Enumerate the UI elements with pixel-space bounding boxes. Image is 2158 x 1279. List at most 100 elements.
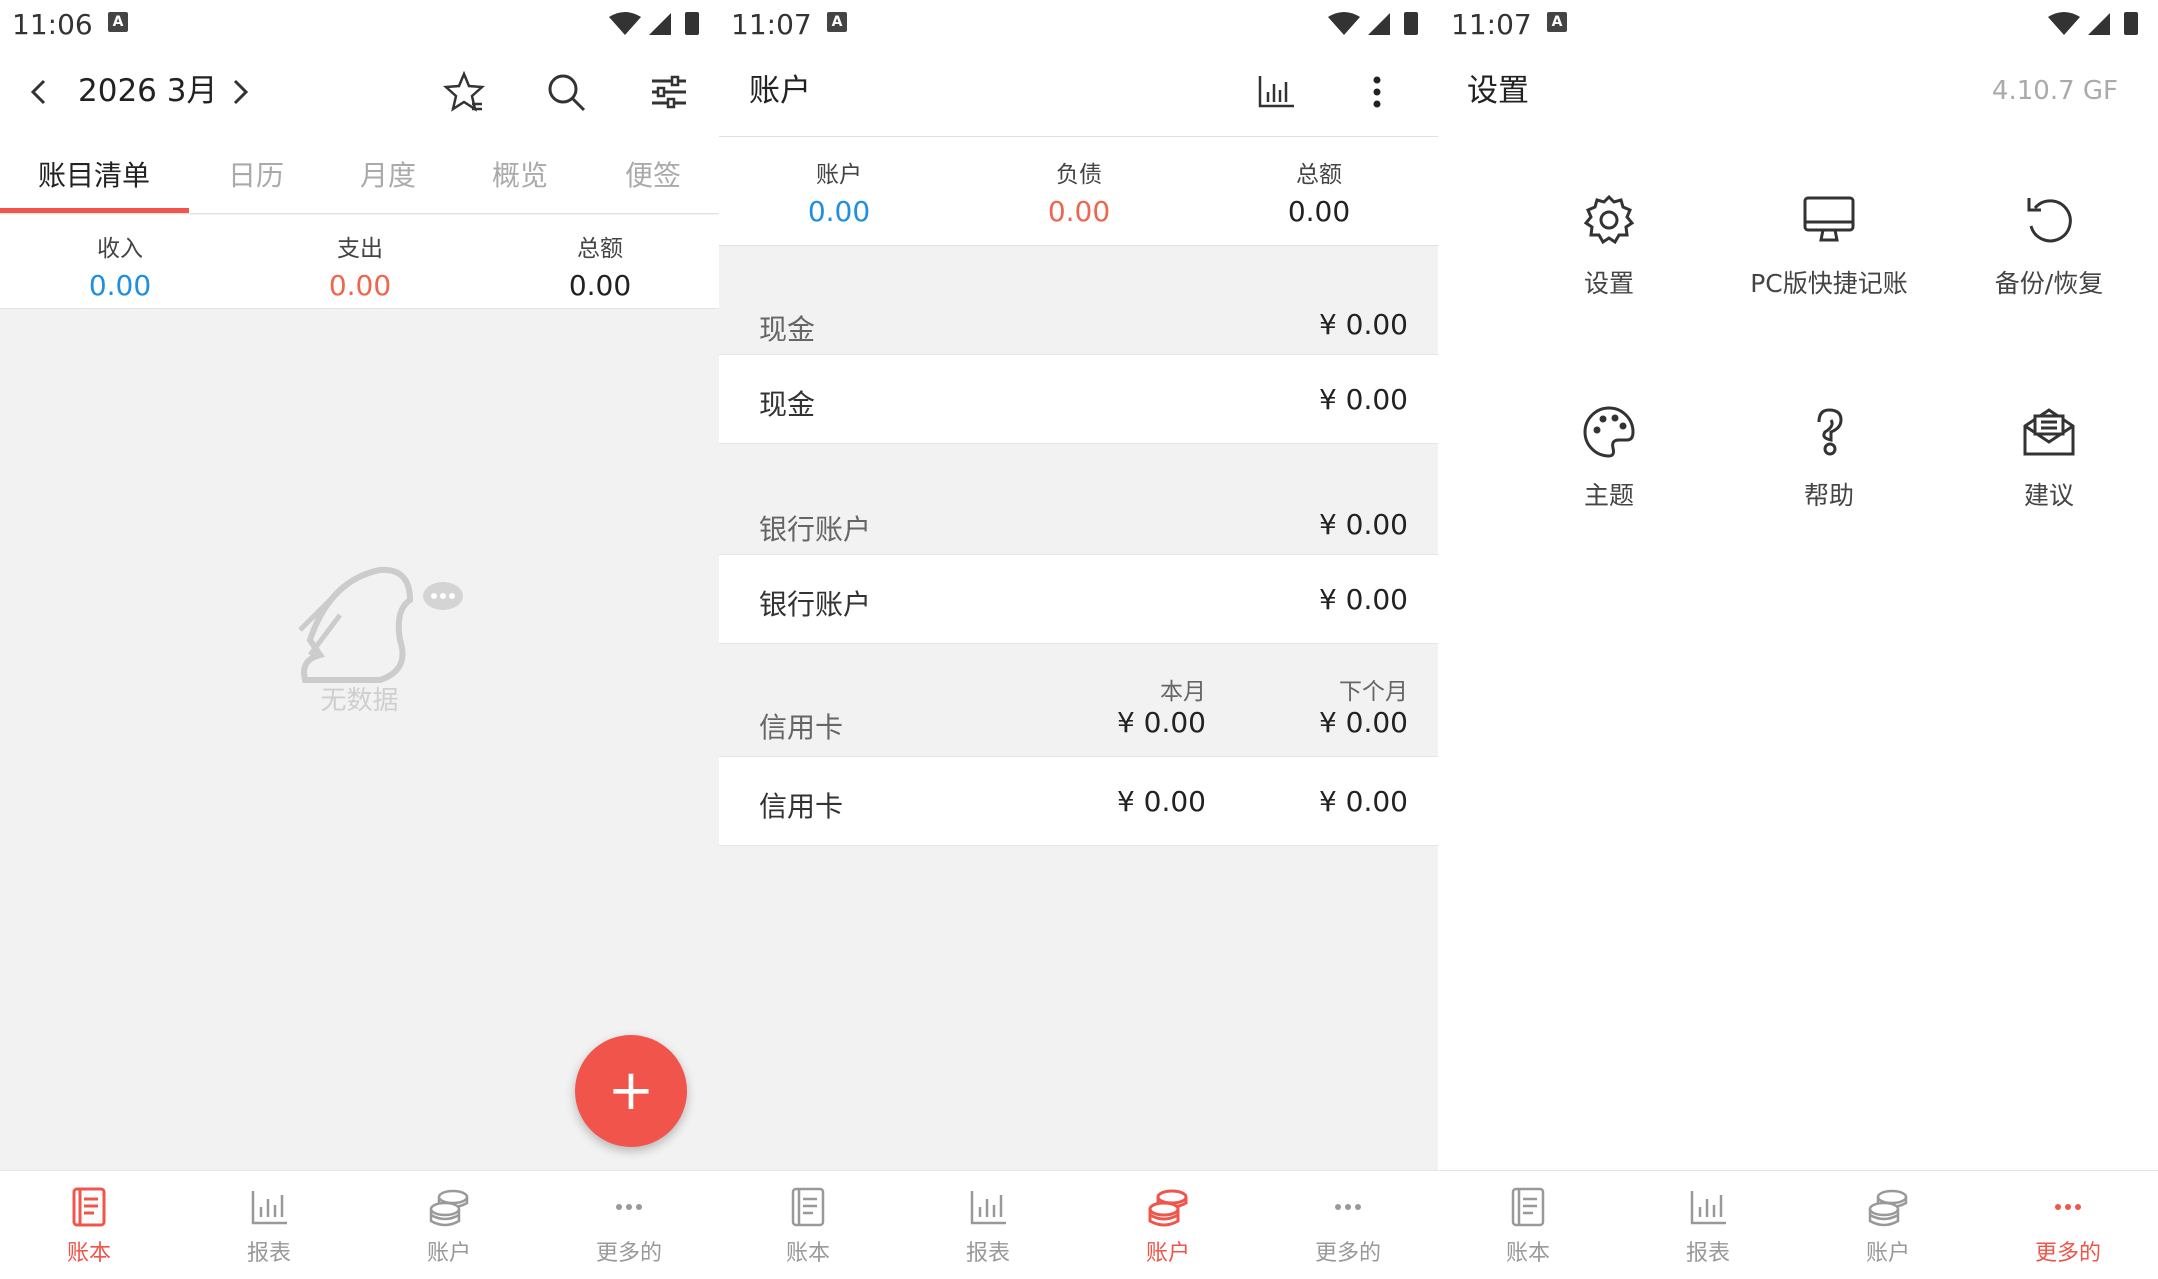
this-month-label: 本月 <box>1160 679 1206 705</box>
credit-row-this-month: ¥ 0.00 <box>1116 785 1206 818</box>
next-month-button[interactable] <box>216 68 264 116</box>
debt-label: 负债 <box>1056 162 1102 188</box>
credit-account-row[interactable]: 信用卡 ¥ 0.00 ¥ 0.00 <box>719 756 1438 846</box>
grid-item-help[interactable]: 帮助 <box>1719 404 1939 512</box>
bottom-nav: 账本 报表 账户 更多的 <box>0 1170 719 1279</box>
nav-ledger[interactable]: 账本 <box>9 1185 169 1267</box>
palette-icon <box>1583 406 1635 458</box>
chevron-right-icon <box>233 79 249 105</box>
grid-item-pc-quick[interactable]: PC版快捷记账 <box>1719 192 1939 300</box>
nav-ledger-label: 账本 <box>785 1241 830 1266</box>
bank-account-row[interactable]: 银行账户 ¥ 0.00 <box>719 554 1438 644</box>
nav-reports[interactable]: 报表 <box>189 1185 349 1267</box>
nav-more[interactable]: 更多的 <box>1988 1185 2148 1267</box>
expense-label: 支出 <box>337 236 383 262</box>
app-version: 4.10.7 GF <box>1991 76 2118 106</box>
sliders-icon <box>652 75 686 109</box>
nav-accounts-label: 账户 <box>1145 1241 1190 1266</box>
bank-group-name: 银行账户 <box>759 513 872 546</box>
bottom-nav: 账本 报表 账户 更多的 <box>719 1170 1438 1279</box>
notification-a-icon: A <box>108 12 128 32</box>
nav-ledger[interactable]: 账本 <box>728 1185 888 1267</box>
coins-icon <box>429 1189 469 1227</box>
favorite-button[interactable] <box>440 68 488 116</box>
filter-button[interactable] <box>645 68 693 116</box>
more-dots-icon <box>2055 1204 2081 1210</box>
nav-ledger-label: 账本 <box>1505 1241 1550 1266</box>
grid-item-feedback[interactable]: 建议 <box>1939 404 2158 512</box>
grid-label-backup: 备份/恢复 <box>1994 269 2104 298</box>
book-icon <box>791 1187 825 1227</box>
add-entry-button[interactable]: + <box>575 1035 687 1147</box>
nav-accounts[interactable]: 账户 <box>1808 1185 1968 1267</box>
overflow-menu-button[interactable] <box>1353 68 1401 116</box>
nav-accounts[interactable]: 账户 <box>1088 1185 1248 1267</box>
grid-item-settings[interactable]: 设置 <box>1499 192 1719 300</box>
monitor-icon <box>1803 196 1855 242</box>
grid-label-settings: 设置 <box>1583 269 1634 298</box>
chevron-left-icon <box>30 79 46 105</box>
grid-label-pc-quick: PC版快捷记账 <box>1750 269 1908 298</box>
nav-more[interactable]: 更多的 <box>549 1185 709 1267</box>
coins-icon <box>1148 1189 1188 1227</box>
cash-group-name: 现金 <box>759 313 816 346</box>
notification-a-icon: A <box>1547 12 1567 32</box>
nav-reports-label: 报表 <box>246 1241 291 1266</box>
prev-month-button[interactable] <box>15 68 63 116</box>
more-screen: 11:07 A 设置 4.10.7 GF 设置 PC版快捷记账 备份/恢复 主题 <box>1439 0 2158 1279</box>
nav-reports[interactable]: 报表 <box>908 1185 1068 1267</box>
tab-calendar[interactable]: 日历 <box>228 154 284 194</box>
cash-account-row[interactable]: 现金 ¥ 0.00 <box>719 354 1438 444</box>
restore-icon <box>2027 198 2072 243</box>
credit-group-header[interactable]: 信用卡 本月 ¥ 0.00 下个月 ¥ 0.00 <box>719 664 1438 754</box>
nav-accounts[interactable]: 账户 <box>369 1185 529 1267</box>
search-button[interactable] <box>542 68 590 116</box>
star-icon <box>442 70 486 112</box>
net-label: 总额 <box>1296 162 1342 188</box>
tab-monthly[interactable]: 月度 <box>360 154 416 194</box>
chart-icon <box>1258 76 1294 108</box>
accounts-screen: 11:07 A 账户 账户 0.00 负债 0.00 总额 0.00 现金 ¥ … <box>719 0 1438 1279</box>
cash-account-name: 现金 <box>759 388 816 421</box>
nav-more-label: 更多的 <box>595 1241 662 1266</box>
bank-group-amount: ¥ 0.00 <box>1318 508 1408 541</box>
credit-row-next-month: ¥ 0.00 <box>1318 785 1408 818</box>
nav-reports-label: 报表 <box>1685 1241 1730 1266</box>
nav-more-label: 更多的 <box>1314 1241 1381 1266</box>
bottom-nav: 账本 报表 账户 更多的 <box>1439 1170 2158 1279</box>
this-month-value: ¥ 0.00 <box>1116 706 1206 739</box>
status-bar: 11:07 A <box>1439 0 2158 46</box>
accounts-chart-button[interactable] <box>1252 68 1300 116</box>
net-summary: 总额 0.00 <box>1199 155 1438 228</box>
total-value: 0.00 <box>568 269 632 302</box>
more-dots-icon <box>616 1204 642 1210</box>
status-bar: 11:06 A <box>0 0 719 46</box>
grid-item-theme[interactable]: 主题 <box>1499 404 1719 512</box>
ledger-tabs: 账目清单 日历 月度 概览 便签 <box>0 136 719 214</box>
cash-account-amount: ¥ 0.00 <box>1318 383 1408 416</box>
status-time: 11:07 <box>1451 8 1532 41</box>
nav-more[interactable]: 更多的 <box>1268 1185 1428 1267</box>
tab-overview[interactable]: 概览 <box>492 154 548 194</box>
grid-label-feedback: 建议 <box>2023 481 2074 510</box>
gear-icon <box>1583 194 1635 245</box>
three-screen-composite: 11:06 A 2026 3月 账目清单 日历 月度 概览 便签 收入 0.00… <box>0 0 2158 1279</box>
nav-ledger-label: 账本 <box>66 1241 111 1266</box>
expense-value: 0.00 <box>328 269 392 302</box>
tab-indicator <box>0 208 189 213</box>
bank-account-name: 银行账户 <box>759 588 872 621</box>
tab-notes[interactable]: 便签 <box>625 154 681 194</box>
bank-account-amount: ¥ 0.00 <box>1318 583 1408 616</box>
nav-accounts-label: 账户 <box>426 1241 471 1266</box>
nav-ledger[interactable]: 账本 <box>1448 1185 1608 1267</box>
grid-item-backup[interactable]: 备份/恢复 <box>1939 192 2158 300</box>
income-summary: 收入 0.00 <box>0 229 240 302</box>
month-title[interactable]: 2026 3月 <box>78 68 217 114</box>
assets-summary: 账户 0.00 <box>719 155 959 228</box>
tab-list[interactable]: 账目清单 <box>38 154 150 194</box>
debt-value: 0.00 <box>1047 195 1111 228</box>
status-bar: 11:07 A <box>719 0 1438 46</box>
nav-reports[interactable]: 报表 <box>1628 1185 1788 1267</box>
nav-accounts-label: 账户 <box>1865 1241 1910 1266</box>
book-icon <box>1511 1187 1545 1227</box>
